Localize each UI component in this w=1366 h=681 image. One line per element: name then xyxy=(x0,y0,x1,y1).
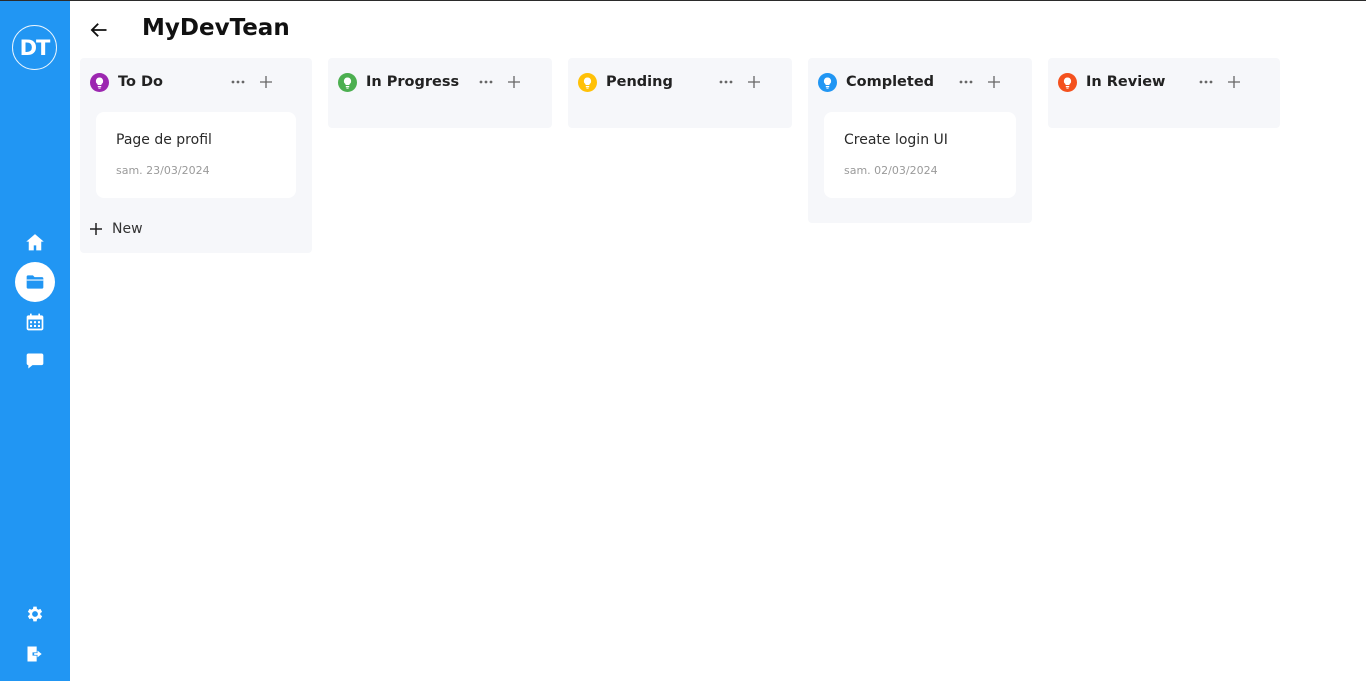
plus-icon xyxy=(748,76,760,88)
column-completed: Completed Create login UI sam. 02/03/202… xyxy=(808,58,1032,223)
card-title: Create login UI xyxy=(844,132,948,148)
column-title: In Review xyxy=(1086,74,1166,90)
lightbulb-icon xyxy=(583,76,592,89)
plus-icon xyxy=(508,76,520,88)
sidebar: DT xyxy=(0,1,70,681)
column-title: Completed xyxy=(846,74,935,90)
calendar-icon xyxy=(26,313,44,331)
new-card-label: New xyxy=(112,221,143,237)
app-logo: DT xyxy=(12,25,57,70)
sidebar-item-projects[interactable] xyxy=(15,262,55,302)
folder-icon xyxy=(26,275,44,289)
more-horizontal-icon xyxy=(719,80,733,84)
home-icon xyxy=(26,234,44,251)
lightbulb-icon xyxy=(343,76,352,89)
card-title: Page de profil xyxy=(116,132,212,148)
more-horizontal-icon xyxy=(479,80,493,84)
column-header: Pending xyxy=(568,58,792,108)
column-header: In Review xyxy=(1048,58,1280,108)
sidebar-item-logout[interactable] xyxy=(15,634,55,674)
column-header: To Do xyxy=(80,58,312,108)
card-date: sam. 02/03/2024 xyxy=(844,164,938,177)
more-horizontal-icon xyxy=(959,80,973,84)
lightbulb-icon xyxy=(823,76,832,89)
plus-icon xyxy=(260,76,272,88)
column-add-button[interactable] xyxy=(1224,72,1244,92)
column-title: In Progress xyxy=(366,74,460,90)
column-more-button[interactable] xyxy=(716,72,736,92)
column-in-progress: In Progress xyxy=(328,58,552,128)
more-horizontal-icon xyxy=(231,80,245,84)
logout-icon xyxy=(27,646,42,662)
column-color-dot xyxy=(1058,73,1077,92)
column-add-button[interactable] xyxy=(256,72,276,92)
back-button[interactable] xyxy=(86,17,112,43)
column-color-dot xyxy=(90,73,109,92)
new-card-button[interactable]: New xyxy=(90,218,143,240)
arrow-left-icon xyxy=(90,23,107,37)
column-color-dot xyxy=(338,73,357,92)
more-horizontal-icon xyxy=(1199,80,1213,84)
column-add-button[interactable] xyxy=(984,72,1004,92)
column-color-dot xyxy=(578,73,597,92)
gear-icon xyxy=(27,606,43,622)
sidebar-item-calendar[interactable] xyxy=(15,302,55,342)
column-title: Pending xyxy=(606,74,673,90)
task-card[interactable]: Page de profil sam. 23/03/2024 xyxy=(96,112,296,198)
plus-icon xyxy=(90,223,102,235)
column-title: To Do xyxy=(118,74,163,90)
page-title: MyDevTean xyxy=(142,15,290,41)
plus-icon xyxy=(1228,76,1240,88)
task-card[interactable]: Create login UI sam. 02/03/2024 xyxy=(824,112,1016,198)
chat-icon xyxy=(26,353,44,369)
column-add-button[interactable] xyxy=(504,72,524,92)
sidebar-item-home[interactable] xyxy=(15,222,55,262)
column-in-review: In Review xyxy=(1048,58,1280,128)
column-pending: Pending xyxy=(568,58,792,128)
sidebar-item-messages[interactable] xyxy=(15,341,55,381)
column-color-dot xyxy=(818,73,837,92)
card-date: sam. 23/03/2024 xyxy=(116,164,210,177)
column-add-button[interactable] xyxy=(744,72,764,92)
column-more-button[interactable] xyxy=(1196,72,1216,92)
lightbulb-icon xyxy=(95,76,104,89)
sidebar-item-settings[interactable] xyxy=(15,594,55,634)
column-more-button[interactable] xyxy=(228,72,248,92)
column-todo: To Do Page de profil sam. 23/03/2024 New xyxy=(80,58,312,253)
plus-icon xyxy=(988,76,1000,88)
column-header: In Progress xyxy=(328,58,552,108)
column-more-button[interactable] xyxy=(476,72,496,92)
lightbulb-icon xyxy=(1063,76,1072,89)
column-more-button[interactable] xyxy=(956,72,976,92)
column-header: Completed xyxy=(808,58,1032,108)
